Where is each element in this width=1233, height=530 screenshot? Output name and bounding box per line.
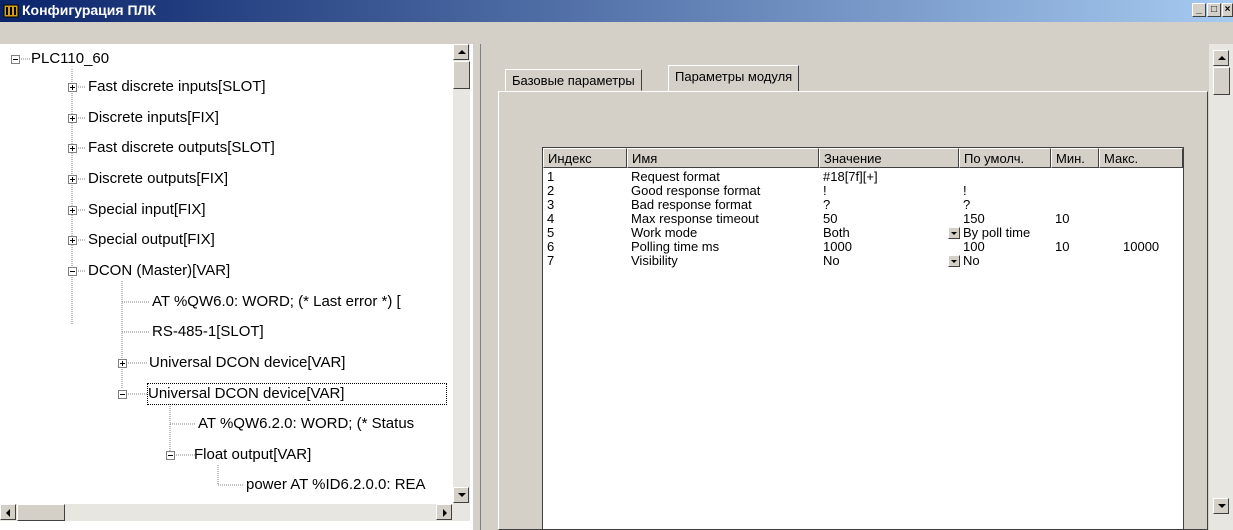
cell-value[interactable]: 50 [823,212,837,226]
cell-name: Request format [631,169,720,184]
cell-value[interactable]: ! [823,184,827,198]
cell-default: No [963,253,980,268]
window-title: Конфигурация ПЛК [22,2,156,18]
scroll-down-button[interactable] [453,487,469,503]
dropdown-arrow-icon[interactable] [948,255,960,267]
tree-item[interactable]: Special output[FIX] [88,230,215,250]
minimize-button[interactable]: _ [1192,3,1206,17]
tree-item[interactable]: Fast discrete inputs[SLOT] [88,77,266,97]
cell-name: Good response format [631,183,761,198]
cell-index: 3 [547,197,555,212]
close-button[interactable]: × [1222,3,1233,17]
column-header[interactable]: Индекс [543,148,627,168]
cell-value[interactable]: #18[7f][+] [823,170,878,184]
cell-min: 10 [1055,211,1070,226]
column-header[interactable]: Мин. [1051,148,1099,168]
cell-default: 150 [963,211,985,226]
cell-min: 10 [1055,239,1070,254]
cell-index: 6 [547,239,555,254]
cell-value[interactable]: ? [823,198,830,212]
window-title-bar[interactable]: Конфигурация ПЛК _ □ × [0,0,1233,22]
column-header[interactable]: Значение [819,148,959,168]
scroll-thumb[interactable] [17,504,65,521]
scroll-up-button[interactable] [1213,50,1229,66]
tree-item[interactable]: Discrete outputs[FIX] [88,169,228,189]
cell-default: ! [963,183,967,198]
expand-icon[interactable] [68,114,77,123]
collapse-icon[interactable] [11,55,20,64]
tab-module-params[interactable]: Параметры модуля [668,65,800,91]
cell-index: 7 [547,253,555,268]
cell-default: ? [963,197,971,212]
tab-base-params[interactable]: Базовые параметры [505,69,642,91]
cell-value[interactable]: Both [823,226,850,240]
tree-item[interactable]: Discrete inputs[FIX] [88,108,219,128]
scroll-thumb[interactable] [1213,67,1230,95]
tree-item[interactable]: power AT %ID6.2.0.0: REA [246,475,426,495]
cell-name: Bad response format [631,197,752,212]
panel-splitter[interactable] [472,44,481,530]
tree-item-selected[interactable]: Universal DCON device[VAR] [147,383,447,405]
expand-icon[interactable] [68,83,77,92]
cell-name: Polling time ms [631,239,720,254]
cell-default: By poll time [963,225,1031,240]
collapse-icon[interactable] [68,267,77,276]
cell-index: 1 [547,169,555,184]
scroll-up-button[interactable] [453,44,469,60]
tree-horizontal-scrollbar[interactable] [0,504,470,521]
cell-index: 2 [547,183,555,198]
tree-root[interactable]: PLC110_60 [31,49,109,69]
expand-icon[interactable] [118,359,127,368]
tree-item[interactable]: RS-485-1[SLOT] [152,322,264,342]
scroll-right-button[interactable] [436,504,452,520]
expand-icon[interactable] [68,175,77,184]
column-header[interactable]: По умолч. [959,148,1051,168]
cell-name: Visibility [631,253,678,268]
cell-name: Max response timeout [631,211,759,226]
config-tree[interactable]: PLC110_60 Fast discrete inputs[SLOT] Dis… [0,44,472,530]
tree-item[interactable]: AT %QW6.2.0: WORD; (* Status [198,414,414,434]
cell-name: Work mode [631,225,698,240]
column-header[interactable]: Макс. [1099,148,1183,168]
cell-default: 100 [963,239,985,254]
cell-max: 10000 [1123,239,1160,254]
right-vertical-scrollbar[interactable] [1209,44,1233,530]
column-header[interactable]: Имя [627,148,819,168]
cell-index: 4 [547,211,555,226]
params-grid[interactable]: Индекс Имя Значение По умолч. Мин. Макс.… [542,147,1184,530]
module-params-panel: Базовые параметры Параметры модуля Индек… [481,44,1209,530]
tree-item[interactable]: Float output[VAR] [194,445,311,465]
expand-icon[interactable] [68,236,77,245]
tree-item[interactable]: Fast discrete outputs[SLOT] [88,138,275,158]
tree-item[interactable]: AT %QW6.0: WORD; (* Last error *) [ [152,292,401,312]
window-strip [0,22,1233,44]
tree-item[interactable]: Universal DCON device[VAR] [149,353,345,373]
app-icon [3,4,19,18]
maximize-button[interactable]: □ [1207,3,1221,17]
tree-vertical-scrollbar[interactable] [453,44,470,504]
expand-icon[interactable] [68,206,77,215]
cell-index: 5 [547,225,555,240]
cell-value[interactable]: No [823,254,840,268]
collapse-icon[interactable] [166,451,175,460]
scroll-thumb[interactable] [453,61,470,89]
tree-item[interactable]: DCON (Master)[VAR] [88,261,230,281]
cell-value[interactable]: 1000 [823,240,852,254]
dropdown-arrow-icon[interactable] [948,227,960,239]
scroll-down-button[interactable] [1213,498,1229,514]
scroll-left-button[interactable] [0,504,16,520]
expand-icon[interactable] [68,144,77,153]
tree-item[interactable]: Special input[FIX] [88,200,206,220]
collapse-icon[interactable] [118,390,127,399]
